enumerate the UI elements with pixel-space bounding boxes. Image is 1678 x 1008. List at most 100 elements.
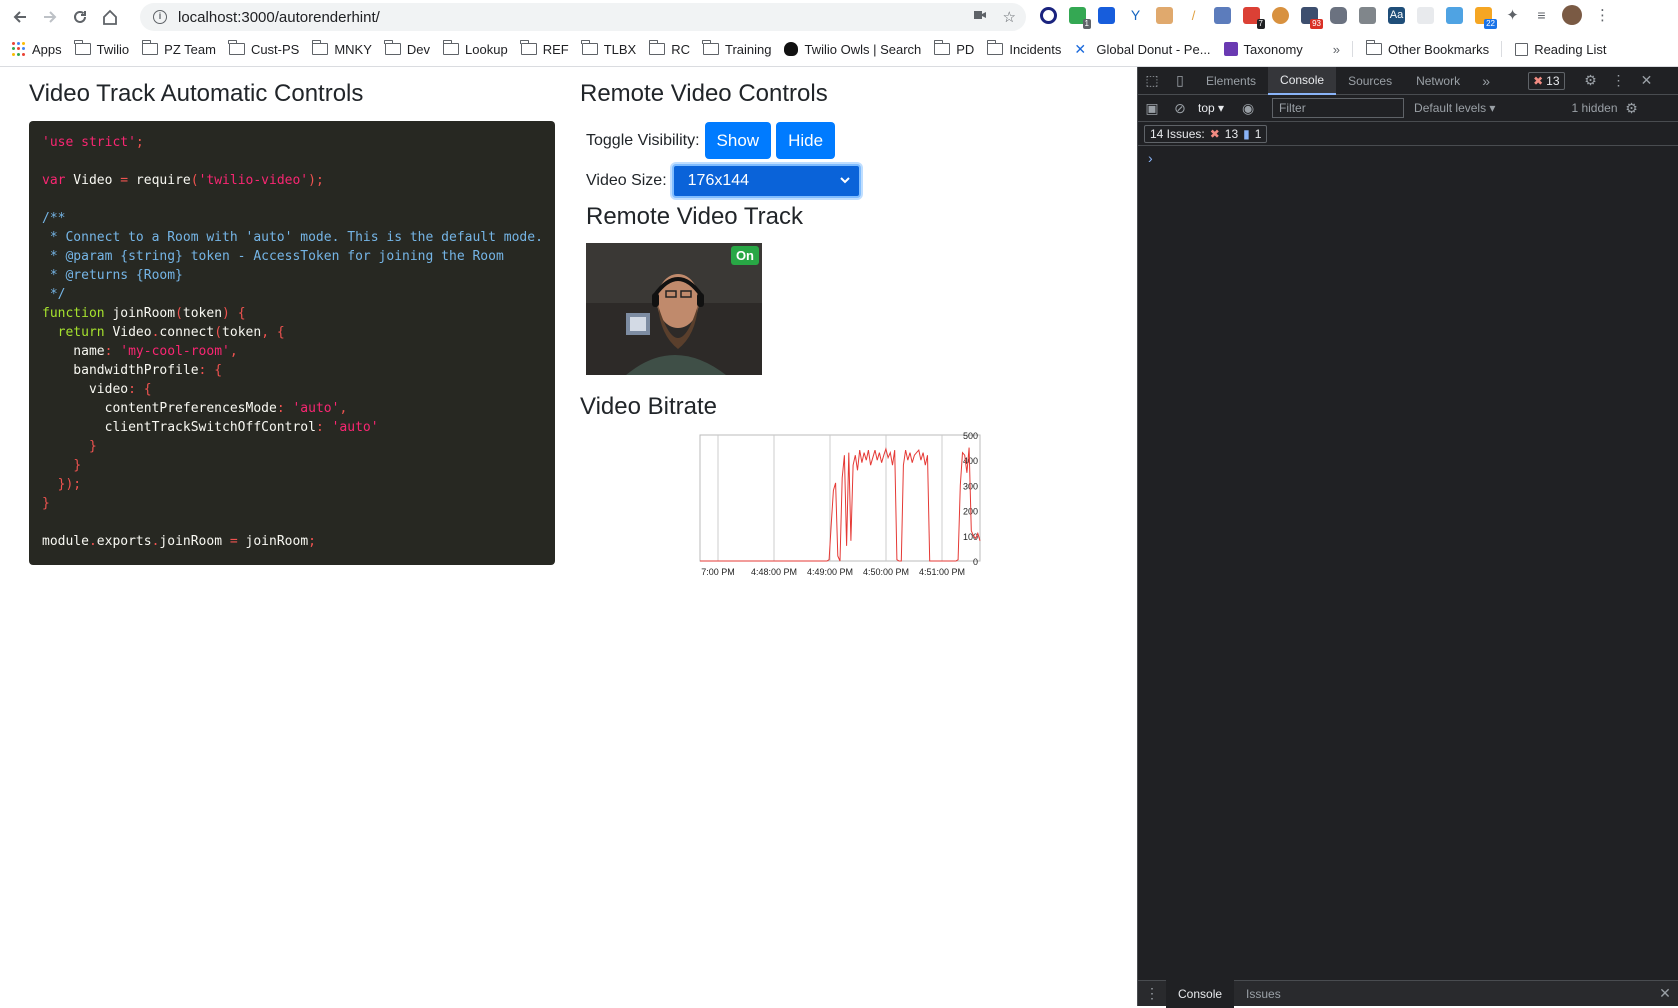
tab-network[interactable]: Network — [1404, 67, 1472, 95]
bookmark-label: Reading List — [1534, 41, 1607, 57]
live-expression-eye-icon[interactable]: ◉ — [1234, 94, 1262, 122]
bookmark-apps[interactable]: Apps — [12, 42, 62, 57]
bookmark-taxonomy[interactable]: Taxonomy — [1223, 42, 1303, 57]
extension-broom-icon[interactable]: / — [1185, 6, 1202, 24]
inspect-element-icon[interactable]: ⬚ — [1138, 67, 1166, 95]
chart-x-tick-label: 4:49:00 PM — [807, 567, 853, 577]
bookmark-mnky[interactable]: MNKY — [311, 40, 372, 57]
extension-box-icon[interactable] — [1156, 6, 1173, 24]
remote-video[interactable]: On — [586, 243, 762, 375]
devtools-panel: ⬚ ▯ Elements Console Sources Network » ✖… — [1137, 66, 1678, 1008]
tab-sources[interactable]: Sources — [1336, 67, 1404, 95]
console-filter-input[interactable]: Filter — [1272, 98, 1405, 118]
extension-calendar-icon[interactable]: 93 — [1301, 6, 1323, 29]
error-count-badge[interactable]: ✖ 13 — [1528, 71, 1565, 90]
bookmark-label: Twilio Owls | Search — [804, 41, 922, 57]
more-tabs-icon[interactable]: » — [1472, 67, 1500, 95]
more-bookmarks-icon[interactable]: » — [1333, 42, 1340, 57]
menu-dots-icon[interactable]: ⋮ — [1594, 6, 1611, 24]
bookmark-label: Other Bookmarks — [1388, 41, 1490, 57]
bookmarks-bar: Apps Twilio PZ Team Cust-PS MNKY Dev Loo… — [0, 36, 1678, 62]
video-size-row: Video Size: 176x144 — [586, 164, 861, 198]
chart-x-tick-label: 4:50:00 PM — [863, 567, 909, 577]
folder-icon — [933, 40, 951, 55]
sidebar-toggle-icon[interactable]: ▣ — [1138, 94, 1166, 122]
extension-paper-icon[interactable] — [1417, 6, 1434, 24]
log-levels-dropdown[interactable]: Default levels ▾ — [1414, 101, 1495, 115]
bookmark-dev[interactable]: Dev — [384, 40, 430, 57]
devtools-menu-icon[interactable]: ⋮ — [1605, 67, 1633, 95]
bookmark-cust-ps[interactable]: Cust-PS — [228, 40, 299, 57]
drawer-tab-console[interactable]: Console — [1166, 979, 1235, 1008]
reload-icon[interactable] — [65, 2, 95, 32]
extension-chat-icon[interactable] — [1330, 6, 1347, 24]
forward-icon[interactable] — [35, 2, 65, 32]
folder-icon — [384, 40, 401, 55]
issues-label: 14 Issues: — [1150, 126, 1205, 141]
bookmark-tlbx[interactable]: TLBX — [581, 40, 636, 57]
devtools-tabs: ⬚ ▯ Elements Console Sources Network » ✖… — [1138, 66, 1678, 95]
drawer-menu-icon[interactable]: ⋮ — [1138, 980, 1166, 1008]
back-icon[interactable] — [5, 2, 35, 32]
hide-button[interactable]: Hide — [776, 122, 836, 159]
extension-cookie-icon[interactable] — [1272, 6, 1289, 24]
bookmark-label: PZ Team — [164, 41, 216, 57]
camera-icon[interactable] — [973, 8, 987, 26]
extension-circle-icon[interactable] — [1040, 6, 1057, 24]
remote-controls-title: Remote Video Controls — [580, 80, 828, 107]
site-info-icon[interactable]: i — [153, 10, 167, 24]
extension-rss-icon[interactable]: 22 — [1475, 6, 1497, 29]
toggle-visibility-label: Toggle Visibility: — [586, 131, 700, 149]
tab-console[interactable]: Console — [1268, 66, 1337, 95]
confluence-icon: ✕ — [1074, 41, 1087, 57]
bookmark-lookup[interactable]: Lookup — [442, 40, 508, 57]
bookmark-label: Lookup — [465, 41, 508, 57]
device-toolbar-icon[interactable]: ▯ — [1166, 67, 1194, 95]
settings-gear-icon[interactable]: ⚙ — [1577, 67, 1605, 95]
reading-list[interactable]: Reading List — [1515, 42, 1606, 57]
bookmark-incidents[interactable]: Incidents — [986, 40, 1061, 57]
video-size-select[interactable]: 176x144 — [671, 164, 861, 198]
extension-todoist-icon[interactable]: 7 — [1243, 6, 1265, 29]
puzzle-icon[interactable]: ✦ — [1504, 6, 1521, 24]
folder-icon — [228, 40, 245, 55]
chart-y-tick-label: 0 — [973, 557, 978, 567]
extension-dictionary-icon[interactable]: Aa — [1388, 6, 1405, 24]
console-prompt[interactable]: › — [1148, 150, 1678, 166]
console-settings-icon[interactable]: ⚙ — [1618, 94, 1646, 122]
bookmark-rc[interactable]: RC — [648, 40, 690, 57]
issues-button[interactable]: 14 Issues: ✖ 13 ▮ 1 — [1144, 124, 1268, 143]
extension-search-icon[interactable] — [1359, 6, 1376, 24]
close-devtools-icon[interactable]: ✕ — [1633, 67, 1661, 95]
extension-image-icon[interactable] — [1446, 6, 1463, 24]
extension-sheets-icon[interactable]: 1 — [1069, 6, 1091, 29]
address-bar[interactable]: i localhost:3000/autorenderhint/ ☆ — [140, 3, 1026, 31]
extension-hummingbird-icon[interactable]: Y — [1127, 6, 1144, 24]
drawer-tab-issues[interactable]: Issues — [1234, 980, 1293, 1008]
bookmark-star-icon[interactable]: ☆ — [1003, 8, 1016, 26]
clear-console-icon[interactable]: ⊘ — [1166, 94, 1194, 122]
context-selector[interactable]: top ▾ — [1198, 101, 1224, 115]
tab-elements[interactable]: Elements — [1194, 67, 1268, 95]
media-list-icon[interactable]: ≡ — [1533, 6, 1550, 24]
bookmark-pz-team[interactable]: PZ Team — [141, 40, 216, 57]
home-icon[interactable] — [95, 2, 125, 32]
devtools-drawer: ⋮ Console Issues ✕ — [1138, 979, 1678, 1008]
bookmark-pd[interactable]: PD — [933, 40, 974, 57]
close-drawer-icon[interactable]: ✕ — [1651, 980, 1678, 1008]
issues-info-icon: ▮ — [1243, 126, 1250, 141]
profile-avatar[interactable] — [1562, 5, 1582, 25]
bitrate-chart: 7:00 PM 4:48:00 PM 4:49:00 PM 4:50:00 PM 4:5… — [699, 431, 981, 577]
owl-icon — [784, 42, 799, 56]
bookmark-twilio-owls[interactable]: Twilio Owls | Search — [784, 42, 921, 57]
bookmark-ref[interactable]: REF — [520, 40, 569, 57]
bookmark-other[interactable]: Other Bookmarks — [1365, 40, 1490, 57]
show-button[interactable]: Show — [704, 122, 772, 159]
extension-calculator-icon[interactable] — [1214, 6, 1231, 24]
folder-icon — [520, 40, 537, 55]
bookmark-label: MNKY — [334, 41, 372, 57]
bookmark-global-donut[interactable]: ✕ Global Donut - Pe... — [1074, 42, 1210, 57]
bookmark-training[interactable]: Training — [702, 40, 771, 57]
bookmark-twilio[interactable]: Twilio — [74, 40, 129, 57]
extension-shield-icon[interactable] — [1098, 6, 1115, 24]
